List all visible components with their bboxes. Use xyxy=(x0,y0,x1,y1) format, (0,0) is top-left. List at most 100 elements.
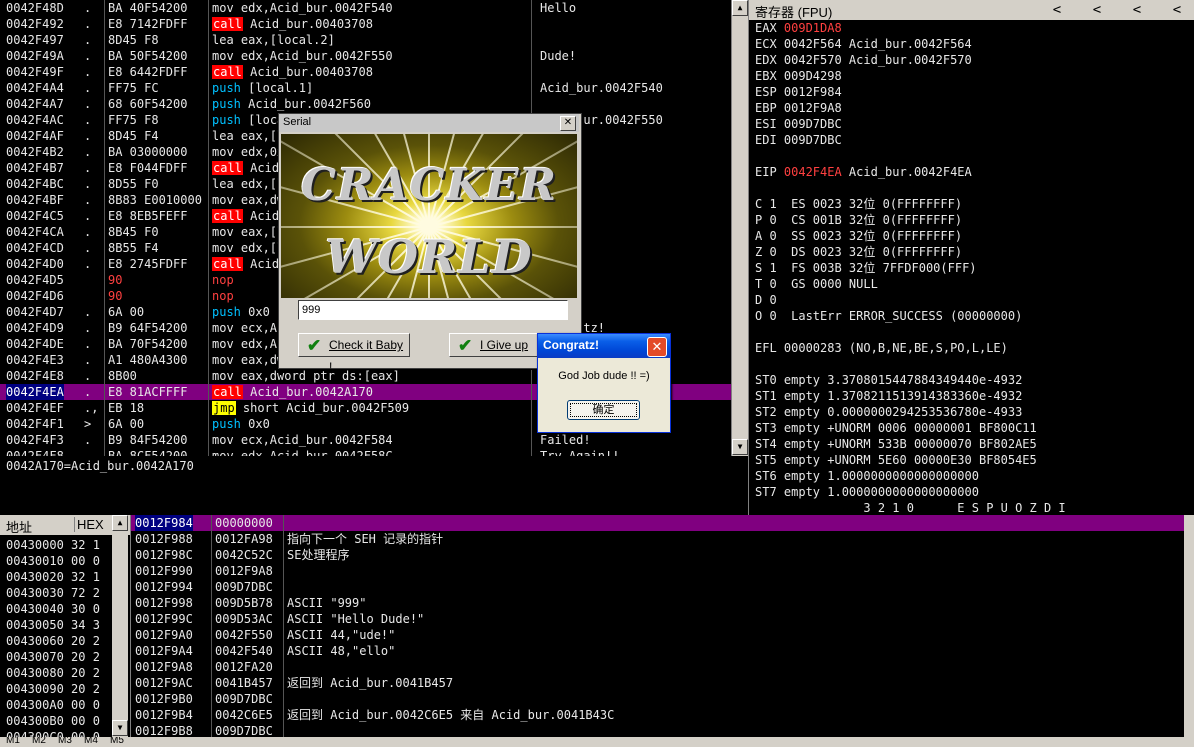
dump-scrollbar[interactable]: ▲ ▼ xyxy=(112,515,128,737)
register-line[interactable]: T 0 GS 0000 NULL xyxy=(755,276,878,292)
register-line[interactable]: EFL 00000283 (NO,B,NE,BE,S,PO,L,LE) xyxy=(755,340,1008,356)
congratz-title: Congratz! xyxy=(543,338,599,352)
stack-row[interactable]: 0012F984 00000000 xyxy=(131,515,1185,531)
register-line[interactable]: EDI 009D7DBC xyxy=(755,132,842,148)
dump-row[interactable]: 00430060 20 2 xyxy=(6,633,100,649)
register-line[interactable]: EIP 0042F4EA Acid_bur.0042F4EA xyxy=(755,164,972,180)
dump-col-hex[interactable]: HEX xyxy=(74,517,104,532)
dump-row[interactable]: 004300A0 00 0 xyxy=(6,697,100,713)
disasm-marker: . xyxy=(84,369,92,383)
register-line[interactable]: EAX 009D1DA8 xyxy=(755,20,842,36)
check-it-baby-button[interactable]: ✔ Check it Baby ! xyxy=(298,333,410,374)
register-line[interactable]: ST0 empty 3.3708015447884349440e-4932 xyxy=(755,372,1022,388)
disasm-row[interactable]: 0042F49F. E8 6442FDFF call Acid_bur.004037… xyxy=(0,64,731,80)
register-line[interactable]: ST3 empty +UNORM 0006 00000001 BF800C11 xyxy=(755,420,1037,436)
stack-scrollbar[interactable] xyxy=(1184,515,1194,737)
dump-row[interactable]: 00430010 00 0 xyxy=(6,553,100,569)
disasm-row[interactable]: 0042F4F8. BA 8CF54200 mov edx,Acid_bur.004… xyxy=(0,448,731,456)
serial-titlebar[interactable]: Serial ✕ xyxy=(279,114,579,132)
register-line[interactable]: P 0 CS 001B 32位 0(FFFFFFFF) xyxy=(755,212,962,228)
stack-row[interactable]: 0012F9A4 0042F540 ASCII 48,"ello" xyxy=(131,643,1185,659)
register-line[interactable]: O 0 LastErr ERROR_SUCCESS (00000000) xyxy=(755,308,1022,324)
stack-row[interactable]: 0012F9B8 009D7DBC xyxy=(131,723,1185,737)
register-line[interactable]: D 0 xyxy=(755,292,777,308)
stack-row[interactable]: 0012F9AC 0041B457 返回到 Acid_bur.0041B457 xyxy=(131,675,1185,691)
stack-row[interactable]: 0012F994 009D7DBC xyxy=(131,579,1185,595)
dump-row[interactable]: 00430020 32 1 xyxy=(6,569,100,585)
status-item[interactable]: M2 xyxy=(32,737,46,746)
register-line[interactable]: C 1 ES 0023 32位 0(FFFFFFFF) xyxy=(755,196,962,212)
serial-input[interactable]: 999 xyxy=(298,300,568,320)
disasm-row[interactable]: 0042F4A7. 68 60F54200 push Acid_bur.0042F5… xyxy=(0,96,731,112)
status-item[interactable]: M3 xyxy=(58,737,72,746)
nav-left-icon[interactable]: < xyxy=(1047,2,1067,18)
nav-left-icon[interactable]: < xyxy=(1167,2,1187,18)
register-line[interactable]: 3 2 1 0 E S P U O Z D I xyxy=(755,500,1065,515)
nav-left-icon[interactable]: < xyxy=(1127,2,1147,18)
stack-row[interactable]: 0012F990 0012F9A8 xyxy=(131,563,1185,579)
stack-row[interactable]: 0012F99C 009D53AC ASCII "Hello Dude!" xyxy=(131,611,1185,627)
dump-row[interactable]: 00430030 72 2 xyxy=(6,585,100,601)
register-line[interactable]: ST5 empty +UNORM 5E60 00000E30 BF8054E5 xyxy=(755,452,1037,468)
disasm-row[interactable]: 0042F4F3. B9 84F54200 mov ecx,Acid_bur.004… xyxy=(0,432,731,448)
close-icon[interactable]: ✕ xyxy=(560,116,576,131)
dump-row[interactable]: 00430080 20 2 xyxy=(6,665,100,681)
scroll-up-arrow-icon[interactable]: ▲ xyxy=(732,0,748,16)
disasm-row[interactable]: 0042F49A. BA 50F54200 mov edx,Acid_bur.004… xyxy=(0,48,731,64)
disasm-address: 0042F4AC xyxy=(6,113,64,127)
close-icon[interactable]: ✕ xyxy=(647,337,667,357)
dump-row[interactable]: 004300C0 00 0 xyxy=(6,729,100,737)
congratz-dialog[interactable]: Congratz! ✕ God Job dude !! =) 确定 xyxy=(537,333,671,433)
memory-dump-pane[interactable]: 地址 HEX 00430000 32 1 00430010 00 0 0043002… xyxy=(0,515,130,737)
stack-row[interactable]: 0012F9A0 0042F550 ASCII 44,"ude!" xyxy=(131,627,1185,643)
disassembly-scrollbar[interactable]: ▲ ▼ xyxy=(731,0,748,456)
status-item[interactable]: M1 xyxy=(6,737,20,746)
disasm-row[interactable]: 0042F4A4. FF75 FC push [local.1] Acid_bur.0… xyxy=(0,80,731,96)
ok-button[interactable]: 确定 xyxy=(567,400,640,420)
dump-row[interactable]: 00430050 34 3 xyxy=(6,617,100,633)
register-line[interactable]: ECX 0042F564 Acid_bur.0042F564 xyxy=(755,36,972,52)
serial-window[interactable]: Serial ✕ CRACKER WORLD 999 ✔ Check it Ba… xyxy=(278,113,582,374)
register-line[interactable]: ST7 empty 1.0000000000000000000 xyxy=(755,484,979,500)
stack-row[interactable]: 0012F988 0012FA98 指向下一个 SEH 记录的指针 xyxy=(131,531,1185,547)
disasm-row[interactable]: 0042F497. 8D45 F8 lea eax,[local.2] xyxy=(0,32,731,48)
registers-pane[interactable]: 寄存器 (FPU) < < < < EAX 009D1DA8 ECX 0042F5… xyxy=(748,0,1194,515)
register-line[interactable]: ST2 empty 0.0000000294253536780e-4933 xyxy=(755,404,1022,420)
dump-col-address[interactable]: 地址 xyxy=(6,517,32,536)
status-item[interactable]: M5 xyxy=(110,737,124,746)
stack-row[interactable]: 0012F9B0 009D7DBC xyxy=(131,691,1185,707)
register-line[interactable]: A 0 SS 0023 32位 0(FFFFFFFF) xyxy=(755,228,962,244)
register-line[interactable]: ST1 empty 1.3708211513914383360e-4932 xyxy=(755,388,1022,404)
register-line[interactable]: ESP 0012F984 xyxy=(755,84,842,100)
nav-left-icon[interactable]: < xyxy=(1087,2,1107,18)
register-line[interactable]: EBX 009D4298 xyxy=(755,68,842,84)
register-line[interactable]: ST4 empty +UNORM 533B 00000070 BF802AE5 xyxy=(755,436,1037,452)
disasm-row[interactable]: 0042F492. E8 7142FDFF call Acid_bur.004037… xyxy=(0,16,731,32)
register-line[interactable]: EBP 0012F9A8 xyxy=(755,100,842,116)
register-line[interactable]: ESI 009D7DBC xyxy=(755,116,842,132)
stack-row[interactable]: 0012F9A8 0012FA20 xyxy=(131,659,1185,675)
register-line[interactable]: EDX 0042F570 Acid_bur.0042F570 xyxy=(755,52,972,68)
congratz-titlebar[interactable]: Congratz! ✕ xyxy=(538,334,670,358)
scroll-down-arrow-icon[interactable]: ▼ xyxy=(112,720,128,736)
disasm-row[interactable]: 0042F48D. BA 40F54200 mov edx,Acid_bur.004… xyxy=(0,0,731,16)
status-item[interactable]: M4 xyxy=(84,737,98,746)
scroll-up-arrow-icon[interactable]: ▲ xyxy=(112,515,128,531)
register-line[interactable]: Z 0 DS 0023 32位 0(FFFFFFFF) xyxy=(755,244,962,260)
dump-row[interactable]: 004300B0 00 0 xyxy=(6,713,100,729)
registers-header[interactable]: 寄存器 (FPU) < < < < xyxy=(749,0,1194,20)
stack-pane[interactable]: 0012F984 00000000 0012F988 0012FA98 指向下一个 SE… xyxy=(130,515,1185,737)
disasm-hex: 8D45 F8 xyxy=(108,33,159,47)
stack-row[interactable]: 0012F998 009D5B78 ASCII "999" xyxy=(131,595,1185,611)
register-line[interactable]: S 1 FS 003B 32位 7FFDF000(FFF) xyxy=(755,260,977,276)
stack-row[interactable]: 0012F98C 0042C52C SE处理程序 xyxy=(131,547,1185,563)
info-line: 0042A170=Acid_bur.0042A170 xyxy=(6,459,194,473)
register-line[interactable]: ST6 empty 1.0000000000000000000 xyxy=(755,468,979,484)
disasm-address: 0042F4A4 xyxy=(6,81,64,95)
dump-row[interactable]: 00430040 30 0 xyxy=(6,601,100,617)
dump-row[interactable]: 00430070 20 2 xyxy=(6,649,100,665)
scroll-down-arrow-icon[interactable]: ▼ xyxy=(732,439,748,455)
dump-row[interactable]: 00430090 20 2 xyxy=(6,681,100,697)
dump-row[interactable]: 00430000 32 1 xyxy=(6,537,100,553)
stack-row[interactable]: 0012F9B4 0042C6E5 返回到 Acid_bur.0042C6E5 来自… xyxy=(131,707,1185,723)
